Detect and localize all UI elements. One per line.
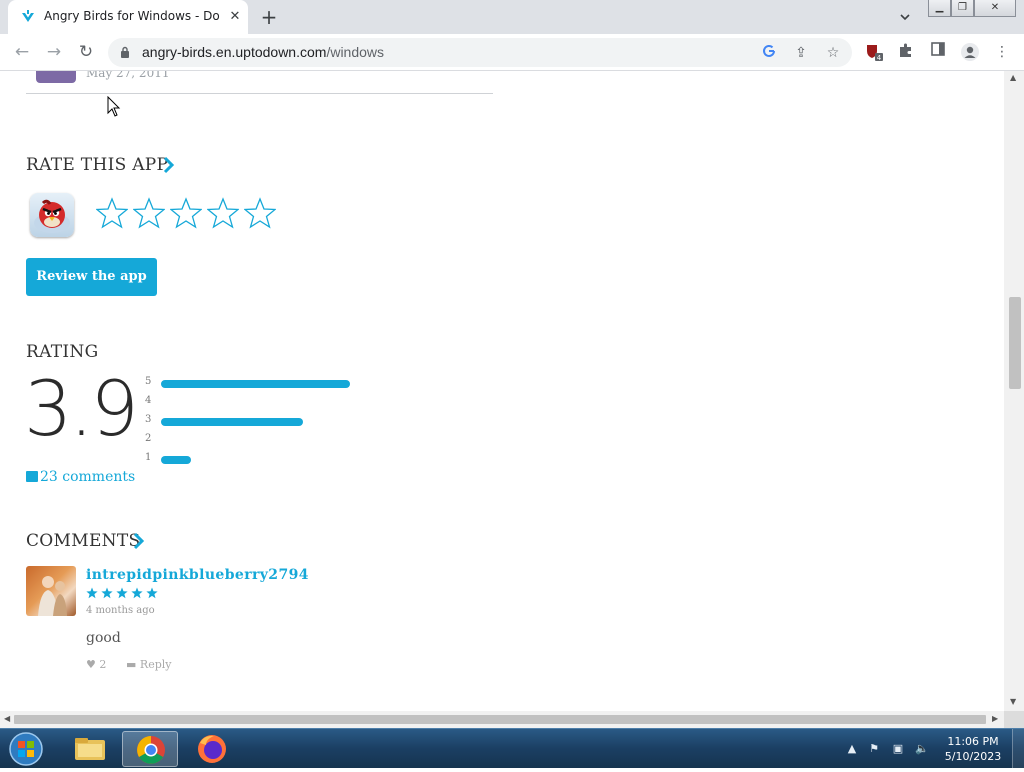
rating-bar <box>161 380 350 388</box>
rating-bar <box>161 418 303 426</box>
show-hidden-icons-icon[interactable]: ▲ <box>844 741 860 757</box>
bar-label: 5 <box>145 376 152 387</box>
bar-label: 1 <box>145 452 152 463</box>
commenter-avatar[interactable] <box>26 566 76 616</box>
new-tab-icon[interactable]: + <box>258 6 280 28</box>
vertical-scroll-thumb[interactable] <box>1009 297 1021 389</box>
windows-taskbar: ▲ ⚑ ▣ 🔈 11:06 PM 5/10/2023 <box>0 728 1024 769</box>
horizontal-scrollbar[interactable]: ◀ ▶ <box>0 711 1004 728</box>
share-icon[interactable]: ⇪ <box>792 44 810 62</box>
star-filled-icon <box>116 587 128 599</box>
minimize-icon[interactable]: ▁ <box>928 0 951 17</box>
chevron-right-icon[interactable] <box>162 155 176 175</box>
lock-icon <box>121 46 129 58</box>
window-controls: ▁ ❐ ✕ <box>928 0 1016 18</box>
extensions-puzzle-icon[interactable] <box>896 42 916 62</box>
browser-tab[interactable]: Angry Birds for Windows - Down ✕ <box>8 0 248 34</box>
star-filled-icon <box>101 587 113 599</box>
profile-avatar-icon[interactable] <box>960 42 980 62</box>
google-lens-icon[interactable] <box>760 44 778 62</box>
like-button[interactable]: ♥ 2 <box>86 658 106 671</box>
reply-button[interactable]: ▬ Reply <box>126 658 171 671</box>
mouse-cursor-icon <box>107 96 121 117</box>
rating-bar <box>161 456 191 464</box>
bar-label: 2 <box>145 433 152 444</box>
star-4-icon[interactable] <box>207 197 239 229</box>
scroll-right-arrow-icon[interactable]: ▶ <box>992 714 998 723</box>
scroll-left-arrow-icon[interactable]: ◀ <box>4 714 10 723</box>
tab-title: Angry Birds for Windows - Down <box>44 9 220 23</box>
horizontal-scroll-thumb[interactable] <box>14 715 986 724</box>
browser-toolbar: ← → ↻ angry-birds.en.uptodown.com/window… <box>0 34 1024 71</box>
bar-label: 3 <box>145 414 152 425</box>
rating-stars-input <box>96 197 276 229</box>
rating-title: RATING <box>26 342 99 362</box>
comments-title: COMMENTS <box>26 531 141 551</box>
chrome-taskbar-icon[interactable] <box>122 731 178 767</box>
extension-shield-icon[interactable]: 4 <box>864 42 884 62</box>
star-5-icon[interactable] <box>244 197 276 229</box>
tab-strip: Angry Birds for Windows - Down ✕ + ▁ ❐ ✕ <box>0 0 1024 34</box>
bar-label: 4 <box>145 395 152 406</box>
windows-start-icon[interactable] <box>4 731 48 767</box>
taskbar-clock[interactable]: 11:06 PM 5/10/2023 <box>938 734 1008 764</box>
reload-icon[interactable]: ↻ <box>75 41 97 63</box>
forward-arrow-icon[interactable]: → <box>43 41 65 63</box>
menu-kebab-icon[interactable]: ⋮ <box>992 42 1012 62</box>
volume-icon[interactable]: 🔈 <box>914 741 930 757</box>
reply-bubble-icon: ▬ <box>126 658 137 671</box>
star-2-icon[interactable] <box>133 197 165 229</box>
rate-app-title: RATE THIS APP <box>26 155 169 175</box>
tab-search-chevron-icon[interactable] <box>896 8 914 26</box>
rating-score: 3.9 <box>24 364 139 453</box>
review-app-button[interactable]: Review the app <box>26 258 157 296</box>
window-close-icon[interactable]: ✕ <box>974 0 1016 17</box>
comments-count-link[interactable]: 23 comments <box>26 469 135 485</box>
bookmark-star-icon[interactable]: ☆ <box>824 44 842 62</box>
previous-comment-avatar <box>36 71 76 83</box>
back-arrow-icon[interactable]: ← <box>11 41 33 63</box>
comments-count-text: 23 comments <box>40 469 136 485</box>
address-bar[interactable]: angry-birds.en.uptodown.com/windows ⇪ ☆ <box>108 38 852 67</box>
comment-body: good <box>86 630 121 646</box>
vertical-scrollbar[interactable]: ▲ ▼ <box>1004 71 1024 711</box>
heart-icon: ♥ <box>86 658 96 671</box>
clock-date: 5/10/2023 <box>944 750 1002 763</box>
side-panel-icon[interactable] <box>928 42 948 62</box>
svg-text:4: 4 <box>877 54 882 62</box>
star-3-icon[interactable] <box>170 197 202 229</box>
comment-star-rating <box>86 587 158 599</box>
previous-comment-date: May 27, 2011 <box>86 71 170 80</box>
divider <box>26 93 493 94</box>
comment-timestamp: 4 months ago <box>86 605 155 616</box>
show-desktop-button[interactable] <box>1012 729 1024 769</box>
scrollbar-corner <box>1004 711 1024 728</box>
url-text: angry-birds.en.uptodown.com/windows <box>142 44 385 60</box>
star-filled-icon <box>131 587 143 599</box>
reply-label: Reply <box>139 658 172 671</box>
file-explorer-icon[interactable] <box>62 731 118 767</box>
star-1-icon[interactable] <box>96 197 128 229</box>
star-filled-icon <box>86 587 98 599</box>
scroll-down-arrow-icon[interactable]: ▼ <box>1010 697 1016 706</box>
uptodown-favicon-icon <box>22 10 34 22</box>
angry-birds-app-icon <box>30 193 74 237</box>
like-count: 2 <box>99 658 107 671</box>
comment-username[interactable]: intrepidpinkblueberry2794 <box>86 567 309 583</box>
star-filled-icon <box>146 587 158 599</box>
scroll-up-arrow-icon[interactable]: ▲ <box>1010 73 1016 82</box>
clock-time: 11:06 PM <box>947 735 999 748</box>
app-page: May 27, 2011 RATE THIS APP Review the ap… <box>0 71 1004 711</box>
action-center-flag-icon[interactable]: ⚑ <box>866 741 882 757</box>
chevron-right-icon[interactable] <box>132 531 146 551</box>
restore-icon[interactable]: ❐ <box>951 0 974 17</box>
network-icon[interactable]: ▣ <box>890 741 906 757</box>
page-viewport: May 27, 2011 RATE THIS APP Review the ap… <box>0 71 1004 711</box>
comment-bubble-icon <box>26 471 38 482</box>
close-tab-icon[interactable]: ✕ <box>226 8 244 26</box>
firefox-taskbar-icon[interactable] <box>184 731 240 767</box>
